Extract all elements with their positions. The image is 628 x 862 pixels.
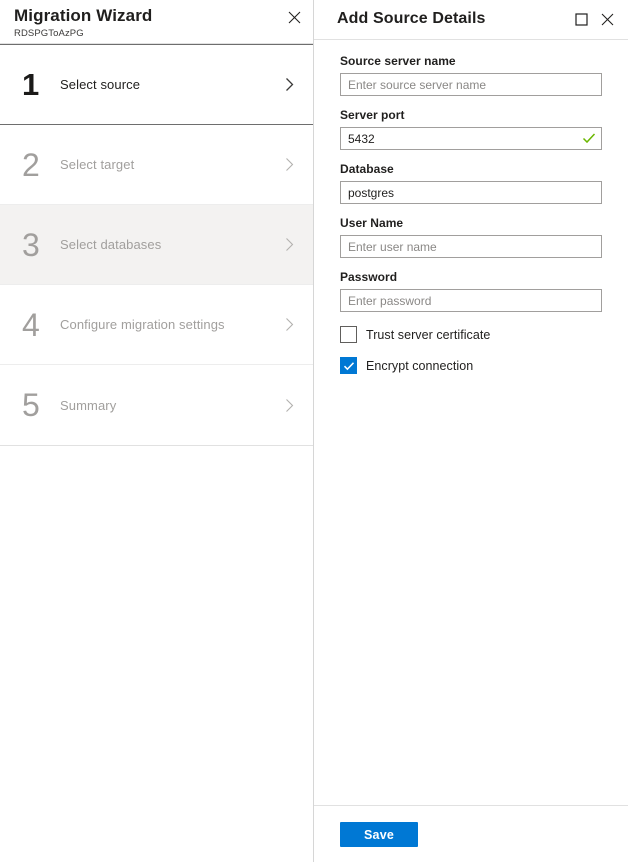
- chevron-right-icon: [279, 237, 299, 252]
- input-wrapper: [340, 289, 602, 312]
- chevron-right-icon: [279, 157, 299, 172]
- checkbox-label: Trust server certificate: [366, 328, 490, 342]
- user-name-input[interactable]: [340, 235, 602, 258]
- step-label: Configure migration settings: [60, 317, 279, 332]
- input-wrapper: [340, 73, 602, 96]
- close-icon: [601, 13, 614, 26]
- dialog-title: Add Source Details: [337, 10, 568, 30]
- dialog-header: Add Source Details: [314, 0, 628, 40]
- page-subtitle: RDSPGToAzPG: [14, 28, 301, 40]
- field-password: Password: [340, 269, 602, 312]
- field-user-name: User Name: [340, 215, 602, 258]
- wizard-step-list: 1 Select source 2 Select target 3 Select…: [0, 44, 313, 446]
- wizard-close-button[interactable]: [282, 5, 306, 29]
- step-number: 3: [18, 228, 60, 262]
- step-number: 4: [18, 308, 60, 342]
- wizard-panel: Migration Wizard RDSPGToAzPG 1 Select so…: [0, 0, 314, 862]
- sidebar-item-select-target[interactable]: 2 Select target: [0, 125, 313, 205]
- input-wrapper: [340, 127, 602, 150]
- password-input[interactable]: [340, 289, 602, 312]
- migration-wizard-window: Migration Wizard RDSPGToAzPG 1 Select so…: [0, 0, 628, 862]
- chevron-right-icon: [279, 398, 299, 413]
- checkbox-encrypt-connection[interactable]: Encrypt connection: [340, 357, 602, 374]
- checkmark-icon: [343, 360, 355, 372]
- field-label: Database: [340, 161, 602, 177]
- field-label: Source server name: [340, 53, 602, 69]
- checkbox-box[interactable]: [340, 357, 357, 374]
- dialog-footer: Save: [314, 805, 628, 862]
- step-number: 5: [18, 388, 60, 422]
- page-title: Migration Wizard: [14, 4, 301, 27]
- dialog-maximize-button[interactable]: [568, 7, 594, 33]
- dialog-body: Source server name Server port Da: [314, 40, 628, 805]
- step-label: Select databases: [60, 237, 279, 252]
- chevron-right-icon: [279, 77, 299, 92]
- chevron-right-icon: [279, 317, 299, 332]
- field-label: Password: [340, 269, 602, 285]
- maximize-icon: [575, 13, 588, 26]
- sidebar-item-select-databases[interactable]: 3 Select databases: [0, 205, 313, 285]
- add-source-details-dialog: Add Source Details Source: [314, 0, 628, 862]
- step-label: Summary: [60, 398, 279, 413]
- checkbox-label: Encrypt connection: [366, 359, 473, 373]
- database-input[interactable]: [340, 181, 602, 204]
- step-label: Select target: [60, 157, 279, 172]
- checkbox-box[interactable]: [340, 326, 357, 343]
- field-server-port: Server port: [340, 107, 602, 150]
- input-wrapper: [340, 235, 602, 258]
- sidebar-item-summary[interactable]: 5 Summary: [0, 365, 313, 445]
- sidebar-item-configure-migration-settings[interactable]: 4 Configure migration settings: [0, 285, 313, 365]
- step-number: 2: [18, 148, 60, 182]
- save-button[interactable]: Save: [340, 822, 418, 847]
- field-database: Database: [340, 161, 602, 204]
- field-label: Server port: [340, 107, 602, 123]
- checkbox-trust-server-certificate[interactable]: Trust server certificate: [340, 326, 602, 343]
- source-server-name-input[interactable]: [340, 73, 602, 96]
- field-label: User Name: [340, 215, 602, 231]
- wizard-header: Migration Wizard RDSPGToAzPG: [0, 0, 313, 44]
- dialog-close-button[interactable]: [594, 7, 620, 33]
- close-icon: [288, 11, 301, 24]
- server-port-input[interactable]: [340, 127, 602, 150]
- step-label: Select source: [60, 77, 279, 92]
- step-number: 1: [18, 68, 60, 102]
- sidebar-item-select-source[interactable]: 1 Select source: [0, 44, 313, 125]
- input-wrapper: [340, 181, 602, 204]
- field-source-server-name: Source server name: [340, 53, 602, 96]
